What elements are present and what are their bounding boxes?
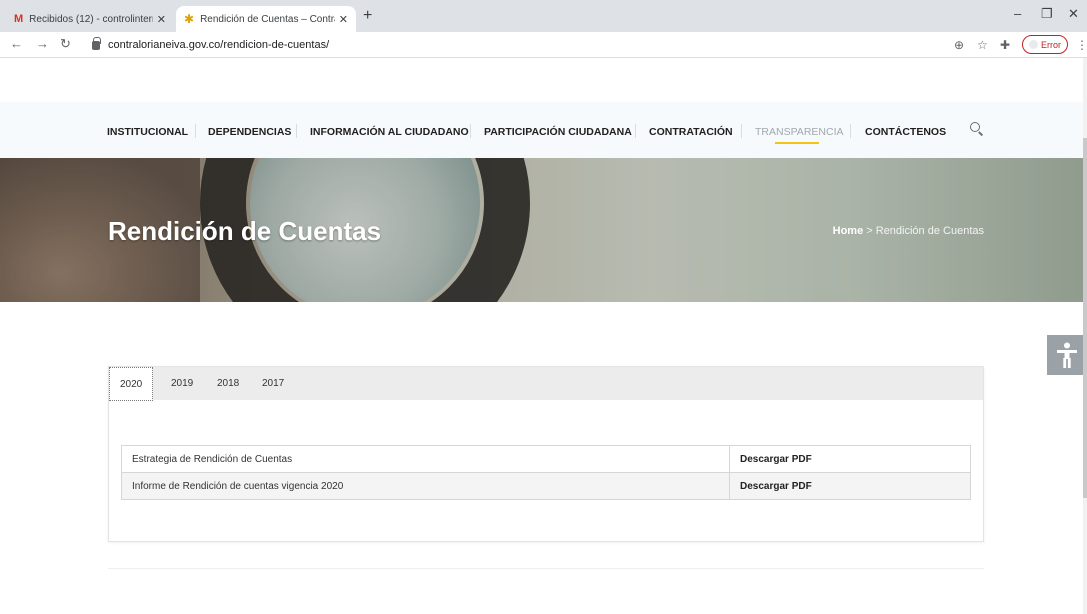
profile-error-button[interactable]: Error: [1022, 35, 1068, 54]
download-pdf-link[interactable]: Descargar PDF: [729, 445, 971, 473]
star-icon: ✱: [184, 12, 195, 26]
breadcrumb-separator: >: [863, 225, 876, 237]
document-name: Estrategia de Rendición de Cuentas: [121, 445, 730, 473]
nav-item-transparencia[interactable]: TRANSPARENCIA: [755, 126, 844, 138]
back-arrow-icon[interactable]: ←: [10, 36, 23, 51]
table-row: Informe de Rendición de cuentas vigencia…: [121, 472, 971, 500]
menu-kebab-icon[interactable]: ⋮: [1076, 38, 1087, 52]
browser-tab-gmail[interactable]: M Recibidos (12) - controlinterno@ ✕: [6, 6, 174, 32]
content-divider: [108, 568, 984, 569]
nav-separator: [195, 124, 196, 138]
extensions-puzzle-icon[interactable]: ✚: [1000, 38, 1010, 52]
hero-banner: Rendición de Cuentas Home > Rendición de…: [0, 158, 1087, 302]
browser-tab-label: Recibidos (12) - controlinterno@: [29, 13, 153, 25]
gmail-icon: M: [14, 13, 24, 25]
nav-item-informacion-ciudadano[interactable]: INFORMACIÓN AL CIUDADANO: [310, 126, 469, 138]
close-icon[interactable]: ✕: [157, 13, 166, 26]
tab-2019[interactable]: 2019: [161, 367, 203, 400]
forward-arrow-icon[interactable]: →: [36, 36, 49, 51]
nav-separator: [850, 124, 851, 138]
nav-item-institucional[interactable]: INSTITUCIONAL: [107, 126, 188, 138]
profile-status-text: Error: [1041, 39, 1061, 50]
table-row: Estrategia de Rendición de Cuentas Desca…: [121, 445, 971, 473]
page-title: Rendición de Cuentas: [108, 216, 382, 246]
nav-item-dependencias[interactable]: DEPENDENCIAS: [208, 126, 291, 138]
nav-separator: [741, 124, 742, 138]
bookmark-star-icon[interactable]: ☆: [977, 38, 988, 52]
tab-2018[interactable]: 2018: [207, 367, 249, 400]
document-name: Informe de Rendición de cuentas vigencia…: [121, 472, 730, 500]
url-text: contralorianeiva.gov.co/rendicion-de-cue…: [108, 39, 330, 51]
minimize-icon[interactable]: –: [1014, 6, 1021, 21]
breadcrumb-current: Rendición de Cuentas: [875, 225, 984, 237]
page-scrollbar[interactable]: [1083, 58, 1087, 614]
documents-table: Estrategia de Rendición de Cuentas Desca…: [121, 445, 971, 500]
breadcrumb: Home > Rendición de Cuentas: [833, 225, 984, 237]
avatar: [1029, 40, 1038, 49]
nav-separator: [470, 124, 471, 138]
accessibility-button[interactable]: [1047, 335, 1087, 375]
reload-icon[interactable]: ↻: [60, 36, 71, 52]
scrollbar-thumb[interactable]: [1083, 138, 1087, 498]
close-window-icon[interactable]: ✕: [1068, 6, 1079, 22]
nav-active-underline: [775, 142, 819, 144]
browser-tab-label: Rendición de Cuentas – Contralo: [200, 13, 335, 25]
lock-icon: [92, 36, 101, 50]
address-bar[interactable]: contralorianeiva.gov.co/rendicion-de-cue…: [92, 35, 1022, 55]
nav-separator: [635, 124, 636, 138]
nav-item-contratacion[interactable]: CONTRATACIÓN: [649, 126, 733, 138]
browser-toolbar: ← → ↻ contralorianeiva.gov.co/rendicion-…: [0, 32, 1087, 58]
nav-item-contactenos[interactable]: CONTÁCTENOS: [865, 126, 946, 138]
browser-tabstrip: M Recibidos (12) - controlinterno@ ✕ ✱ R…: [0, 0, 1087, 32]
zoom-icon[interactable]: ⊕: [954, 38, 964, 52]
nav-item-participacion-ciudadana[interactable]: PARTICIPACIÓN CIUDADANA: [484, 126, 632, 138]
year-tabs-panel: 2020 2019 2018 2017 Estrategia de Rendic…: [108, 366, 984, 542]
nav-separator: [296, 124, 297, 138]
tab-2017[interactable]: 2017: [252, 367, 294, 400]
download-pdf-link[interactable]: Descargar PDF: [729, 472, 971, 500]
close-icon[interactable]: ✕: [339, 13, 348, 26]
year-tab-bar: 2020 2019 2018 2017: [109, 367, 983, 401]
search-icon[interactable]: [970, 122, 984, 136]
tab-2020[interactable]: 2020: [109, 367, 154, 401]
breadcrumb-home-link[interactable]: Home: [833, 225, 864, 237]
accessibility-person-icon: [1057, 342, 1077, 368]
restore-icon[interactable]: ❐: [1041, 6, 1053, 22]
browser-tab-rendicion[interactable]: ✱ Rendición de Cuentas – Contralo ✕: [176, 6, 356, 32]
site-navigation: INSTITUCIONAL DEPENDENCIAS INFORMACIÓN A…: [0, 102, 1087, 158]
new-tab-button[interactable]: +: [363, 7, 372, 25]
